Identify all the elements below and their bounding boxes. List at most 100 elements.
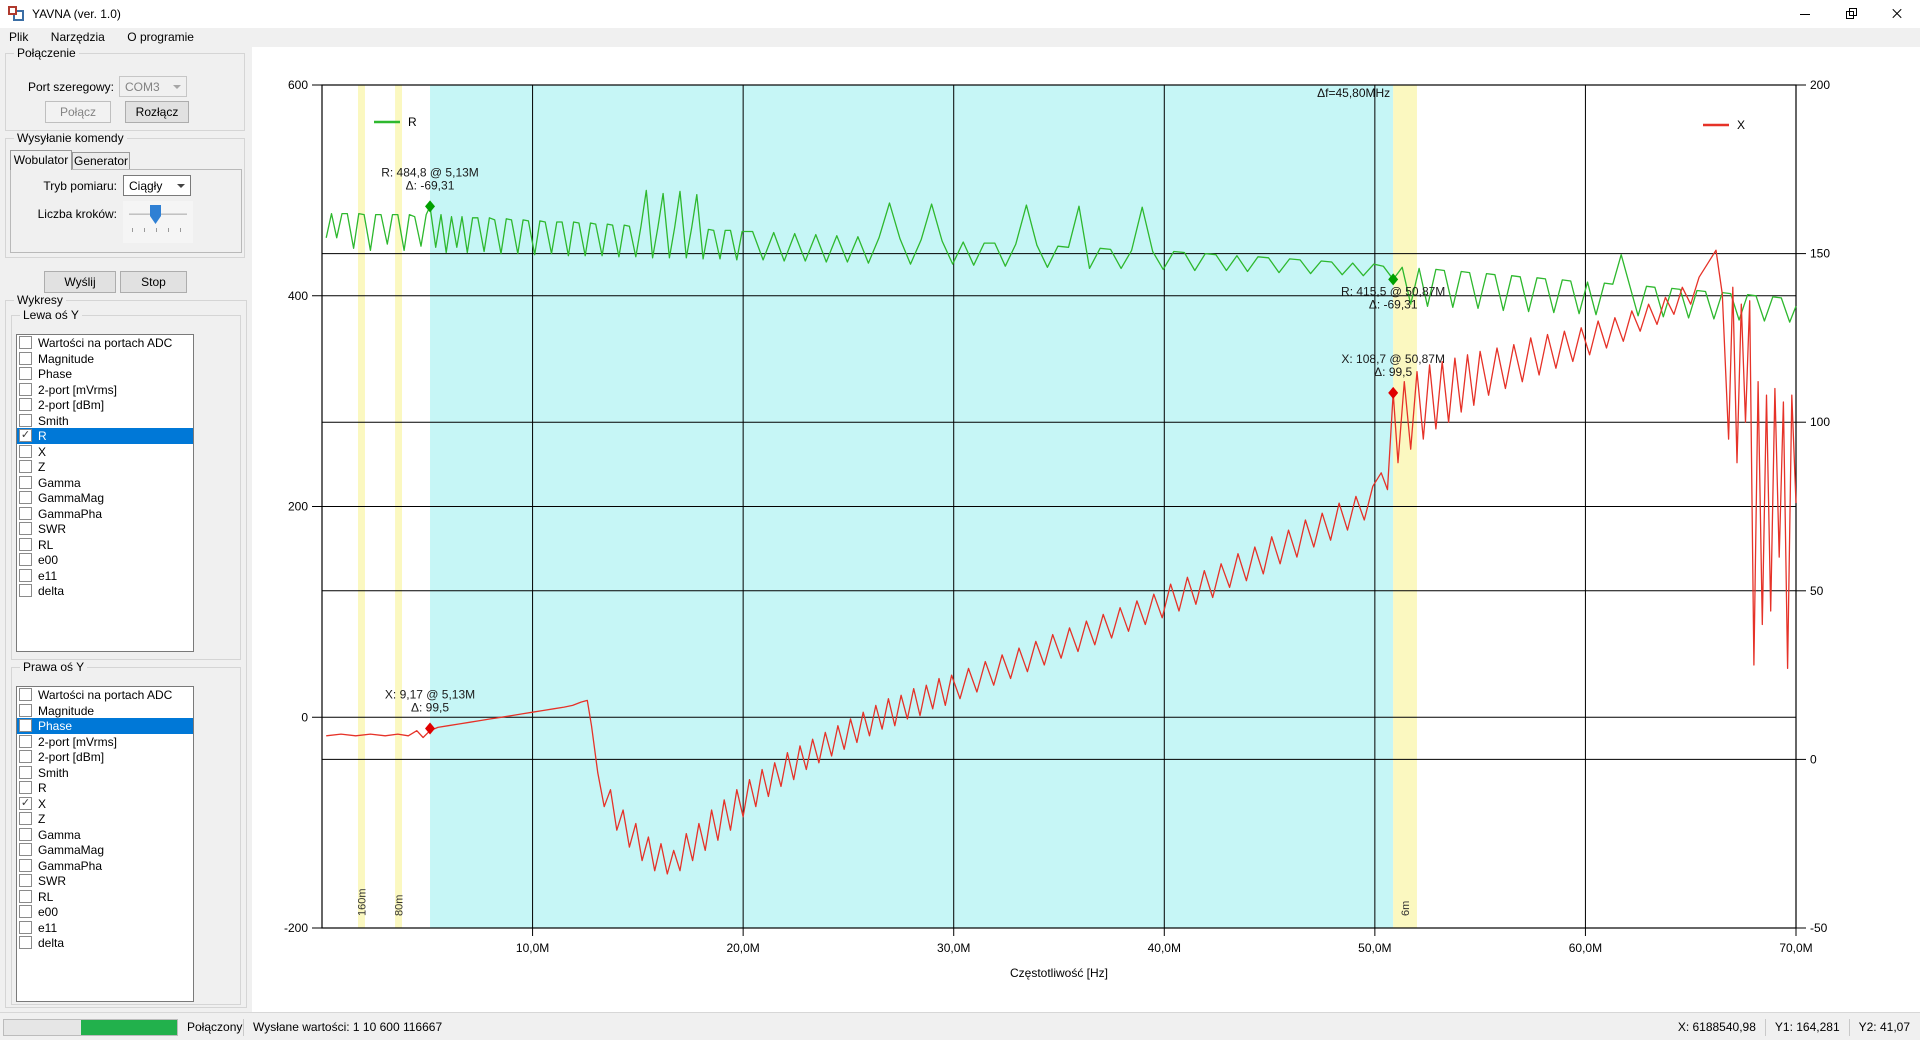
- checkbox[interactable]: [19, 704, 32, 717]
- marker-annotation: R: 484,8 @ 5,13M: [381, 165, 479, 179]
- left-axis-item[interactable]: Wartości na portach ADC: [17, 335, 193, 351]
- checkbox[interactable]: [19, 367, 32, 380]
- right-axis-item[interactable]: e00: [17, 904, 193, 920]
- right-axis-item[interactable]: RL: [17, 889, 193, 905]
- left-axis-listbox[interactable]: Wartości na portach ADCMagnitudePhase2-p…: [16, 334, 194, 652]
- checkbox[interactable]: [19, 414, 32, 427]
- checkbox[interactable]: [19, 336, 32, 349]
- steps-slider[interactable]: [123, 201, 193, 243]
- slider-thumb[interactable]: [150, 205, 161, 224]
- checkbox[interactable]: [19, 828, 32, 841]
- left-tick-label: 200: [288, 500, 308, 514]
- right-axis-item-label: e00: [38, 905, 58, 919]
- checkbox[interactable]: [19, 874, 32, 887]
- right-axis-item[interactable]: 2-port [dBm]: [17, 749, 193, 765]
- checkbox[interactable]: [19, 445, 32, 458]
- checkbox[interactable]: [19, 719, 32, 732]
- restore-button[interactable]: [1828, 0, 1874, 28]
- chart-area[interactable]: 160m80m6m10,0M20,0M30,0M40,0M50,0M60,0M7…: [252, 47, 1920, 1012]
- right-axis-group: Prawa oś Y Wartości na portach ADCMagnit…: [11, 667, 241, 1005]
- left-axis-item[interactable]: Gamma: [17, 475, 193, 491]
- checkbox[interactable]: [19, 476, 32, 489]
- left-axis-item[interactable]: 2-port [mVrms]: [17, 382, 193, 398]
- left-axis-item[interactable]: Phase: [17, 366, 193, 382]
- left-axis-item[interactable]: Magnitude: [17, 351, 193, 367]
- left-axis-item[interactable]: RL: [17, 537, 193, 553]
- band-label-80m: 80m: [394, 895, 406, 916]
- checkbox[interactable]: [19, 735, 32, 748]
- measure-mode-select[interactable]: Ciągły: [123, 175, 191, 196]
- right-axis-item[interactable]: Z: [17, 811, 193, 827]
- checkbox[interactable]: [19, 812, 32, 825]
- left-axis-item-label: GammaMag: [38, 491, 104, 505]
- checkbox[interactable]: [19, 859, 32, 872]
- left-axis-item[interactable]: GammaMag: [17, 490, 193, 506]
- right-axis-item[interactable]: 2-port [mVrms]: [17, 734, 193, 750]
- checkbox[interactable]: [19, 522, 32, 535]
- menu-item-plik[interactable]: Plik: [0, 28, 37, 47]
- right-axis-item[interactable]: Wartości na portach ADC: [17, 687, 193, 703]
- checkbox[interactable]: [19, 538, 32, 551]
- tab-generator[interactable]: Generator: [72, 152, 130, 170]
- checkbox[interactable]: [19, 766, 32, 779]
- left-axis-item[interactable]: ✓R: [17, 428, 193, 444]
- right-axis-item[interactable]: R: [17, 780, 193, 796]
- checkbox[interactable]: [19, 507, 32, 520]
- right-axis-item-label: delta: [38, 936, 64, 950]
- left-axis-item[interactable]: SWR: [17, 521, 193, 537]
- marker-annotation: R: 415,5 @ 50,87M: [1341, 284, 1445, 298]
- left-axis-item[interactable]: Smith: [17, 413, 193, 429]
- menu-item-o-programie[interactable]: O programie: [118, 28, 203, 47]
- checkbox[interactable]: [19, 936, 32, 949]
- close-button[interactable]: [1874, 0, 1920, 28]
- cursor-y2-status: Y2: 41,07: [1849, 1019, 1919, 1036]
- right-axis-item[interactable]: delta: [17, 935, 193, 951]
- left-axis-item[interactable]: e11: [17, 568, 193, 584]
- right-axis-item[interactable]: SWR: [17, 873, 193, 889]
- checkbox[interactable]: ✓: [19, 429, 32, 442]
- disconnect-button[interactable]: Rozłącz: [125, 101, 189, 123]
- checkbox[interactable]: [19, 584, 32, 597]
- checkbox[interactable]: [19, 553, 32, 566]
- right-axis-item[interactable]: e11: [17, 920, 193, 936]
- checkbox[interactable]: [19, 781, 32, 794]
- right-axis-item[interactable]: Phase: [17, 718, 193, 734]
- right-axis-item[interactable]: Gamma: [17, 827, 193, 843]
- checkbox[interactable]: [19, 491, 32, 504]
- wobulator-tab-page: Tryb pomiaru: Ciągły Liczba kroków:: [10, 169, 242, 253]
- left-axis-item[interactable]: 2-port [dBm]: [17, 397, 193, 413]
- left-axis-item[interactable]: Z: [17, 459, 193, 475]
- right-axis-item[interactable]: ✓X: [17, 796, 193, 812]
- checkbox[interactable]: [19, 398, 32, 411]
- checkbox[interactable]: [19, 688, 32, 701]
- right-axis-item[interactable]: Smith: [17, 765, 193, 781]
- checkbox[interactable]: [19, 750, 32, 763]
- checkbox[interactable]: [19, 890, 32, 903]
- checkbox[interactable]: [19, 383, 32, 396]
- right-axis-item[interactable]: GammaPha: [17, 858, 193, 874]
- left-axis-item[interactable]: e00: [17, 552, 193, 568]
- right-axis-item[interactable]: Magnitude: [17, 703, 193, 719]
- x-tick-label: 30,0M: [937, 941, 970, 955]
- checkbox[interactable]: [19, 460, 32, 473]
- left-axis-item-label: Magnitude: [38, 352, 94, 366]
- menu-item-narzedzia[interactable]: Narzędzia: [42, 28, 114, 47]
- checkbox[interactable]: [19, 843, 32, 856]
- checkbox[interactable]: [19, 352, 32, 365]
- send-button[interactable]: Wyślij: [44, 271, 116, 293]
- right-axis-item[interactable]: GammaMag: [17, 842, 193, 858]
- right-axis-listbox[interactable]: Wartości na portach ADCMagnitudePhase2-p…: [16, 686, 194, 1002]
- checkbox[interactable]: [19, 921, 32, 934]
- right-axis-item-label: e11: [38, 921, 57, 935]
- checkbox[interactable]: [19, 905, 32, 918]
- left-axis-item[interactable]: X: [17, 444, 193, 460]
- stop-button[interactable]: Stop: [120, 271, 187, 293]
- left-axis-item[interactable]: delta: [17, 583, 193, 599]
- minimize-button[interactable]: [1782, 0, 1828, 28]
- right-axis-item-label: R: [38, 781, 47, 795]
- tab-wobulator[interactable]: Wobulator: [10, 150, 72, 170]
- checkbox[interactable]: [19, 569, 32, 582]
- checkbox[interactable]: ✓: [19, 797, 32, 810]
- left-axis-item-label: delta: [38, 584, 64, 598]
- left-axis-item[interactable]: GammaPha: [17, 506, 193, 522]
